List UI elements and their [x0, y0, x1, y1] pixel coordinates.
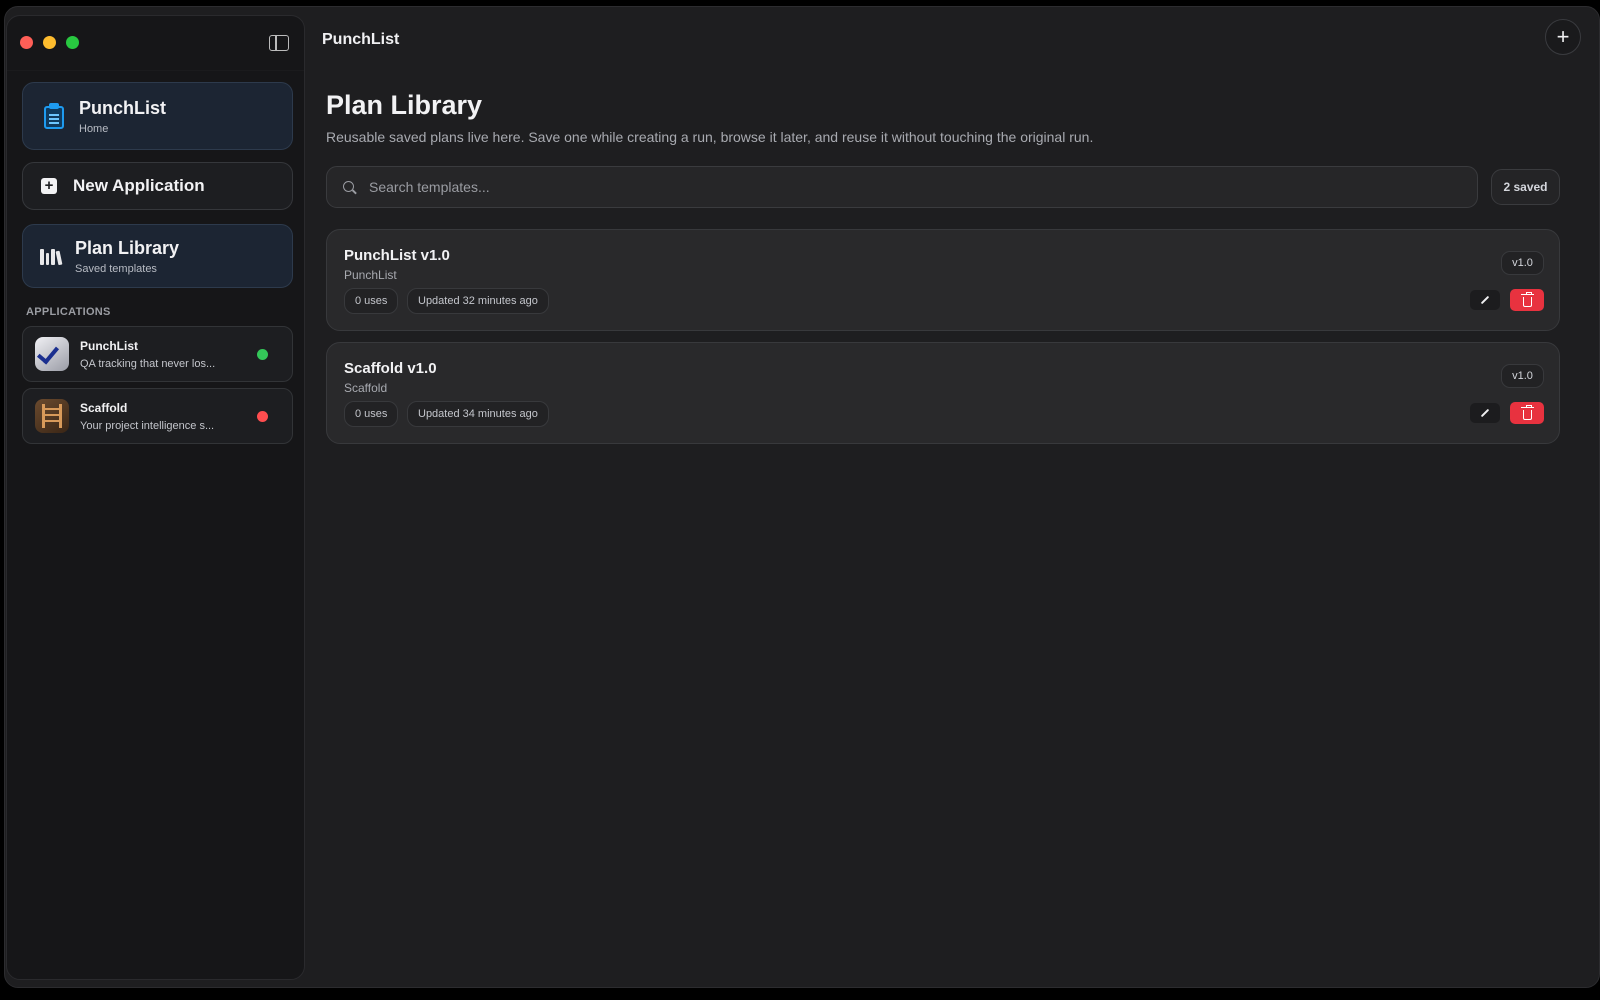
new-application-label: New Application: [73, 176, 205, 195]
trash-icon: [1520, 291, 1534, 307]
version-badge: v1.0: [1501, 251, 1544, 275]
search-input[interactable]: [369, 167, 1477, 207]
updated-chip: Updated 32 minutes ago: [407, 288, 549, 314]
uses-chip: 0 uses: [344, 401, 399, 427]
application-description: Your project intelligence s...: [80, 419, 215, 432]
plan-card[interactable]: Scaffold v1.0 Scaffold 0 uses Updated 34…: [326, 342, 1560, 444]
applications-heading: APPLICATIONS: [26, 306, 111, 318]
pencil-icon: [1480, 408, 1490, 418]
new-application-button[interactable]: + New Application: [22, 162, 293, 210]
search-bar: [326, 166, 1478, 208]
pencil-icon: [1480, 295, 1490, 305]
nav-plan-library-subtitle: Saved templates: [75, 262, 157, 275]
app-window: PunchList Home + New Application Plan Li…: [4, 6, 1600, 988]
add-button[interactable]: +: [1545, 19, 1581, 55]
uses-chip: 0 uses: [344, 288, 399, 314]
sidebar-header-divider: [7, 70, 304, 71]
application-item-scaffold[interactable]: Scaffold Your project intelligence s...: [22, 388, 293, 444]
nav-home-subtitle: Home: [79, 122, 109, 135]
plan-app-name: Scaffold: [344, 381, 388, 395]
nav-home[interactable]: PunchList Home: [22, 82, 293, 150]
zoom-window-button[interactable]: [66, 36, 79, 49]
plan-title: Scaffold v1.0: [344, 360, 437, 377]
application-name: Scaffold: [80, 400, 128, 415]
scaffold-app-icon: [35, 399, 69, 433]
search-icon: [343, 180, 356, 194]
window-controls: [20, 36, 79, 49]
application-name: PunchList: [80, 338, 139, 353]
library-icon: [40, 247, 62, 266]
plus-square-icon: +: [41, 178, 57, 194]
page-title: Plan Library: [326, 90, 483, 120]
close-window-button[interactable]: [20, 36, 33, 49]
plan-app-name: PunchList: [344, 268, 397, 282]
minimize-window-button[interactable]: [43, 36, 56, 49]
nav-home-title: PunchList: [79, 97, 167, 118]
application-item-punchlist[interactable]: PunchList QA tracking that never los...: [22, 326, 293, 382]
plus-icon: +: [1556, 24, 1570, 49]
clipboard-icon: [44, 103, 64, 129]
status-dot-inactive: [257, 410, 268, 422]
window-title: PunchList: [322, 31, 400, 48]
nav-plan-library[interactable]: Plan Library Saved templates: [22, 224, 293, 288]
sidebar-toggle-icon[interactable]: [269, 35, 289, 51]
saved-count-badge: 2 saved: [1491, 169, 1560, 205]
status-dot-active: [257, 348, 268, 360]
edit-plan-button[interactable]: [1470, 403, 1500, 423]
page-description: Reusable saved plans live here. Save one…: [326, 129, 1094, 145]
trash-icon: [1520, 404, 1534, 420]
punchlist-app-icon: [35, 337, 69, 371]
plan-card[interactable]: PunchList v1.0 PunchList 0 uses Updated …: [326, 229, 1560, 331]
delete-plan-button[interactable]: [1510, 402, 1544, 424]
application-description: QA tracking that never los...: [80, 357, 216, 370]
delete-plan-button[interactable]: [1510, 289, 1544, 311]
nav-plan-library-title: Plan Library: [75, 237, 180, 258]
edit-plan-button[interactable]: [1470, 290, 1500, 310]
plan-title: PunchList v1.0: [344, 247, 450, 264]
version-badge: v1.0: [1501, 364, 1544, 388]
updated-chip: Updated 34 minutes ago: [407, 401, 549, 427]
sidebar: PunchList Home + New Application Plan Li…: [6, 15, 305, 980]
